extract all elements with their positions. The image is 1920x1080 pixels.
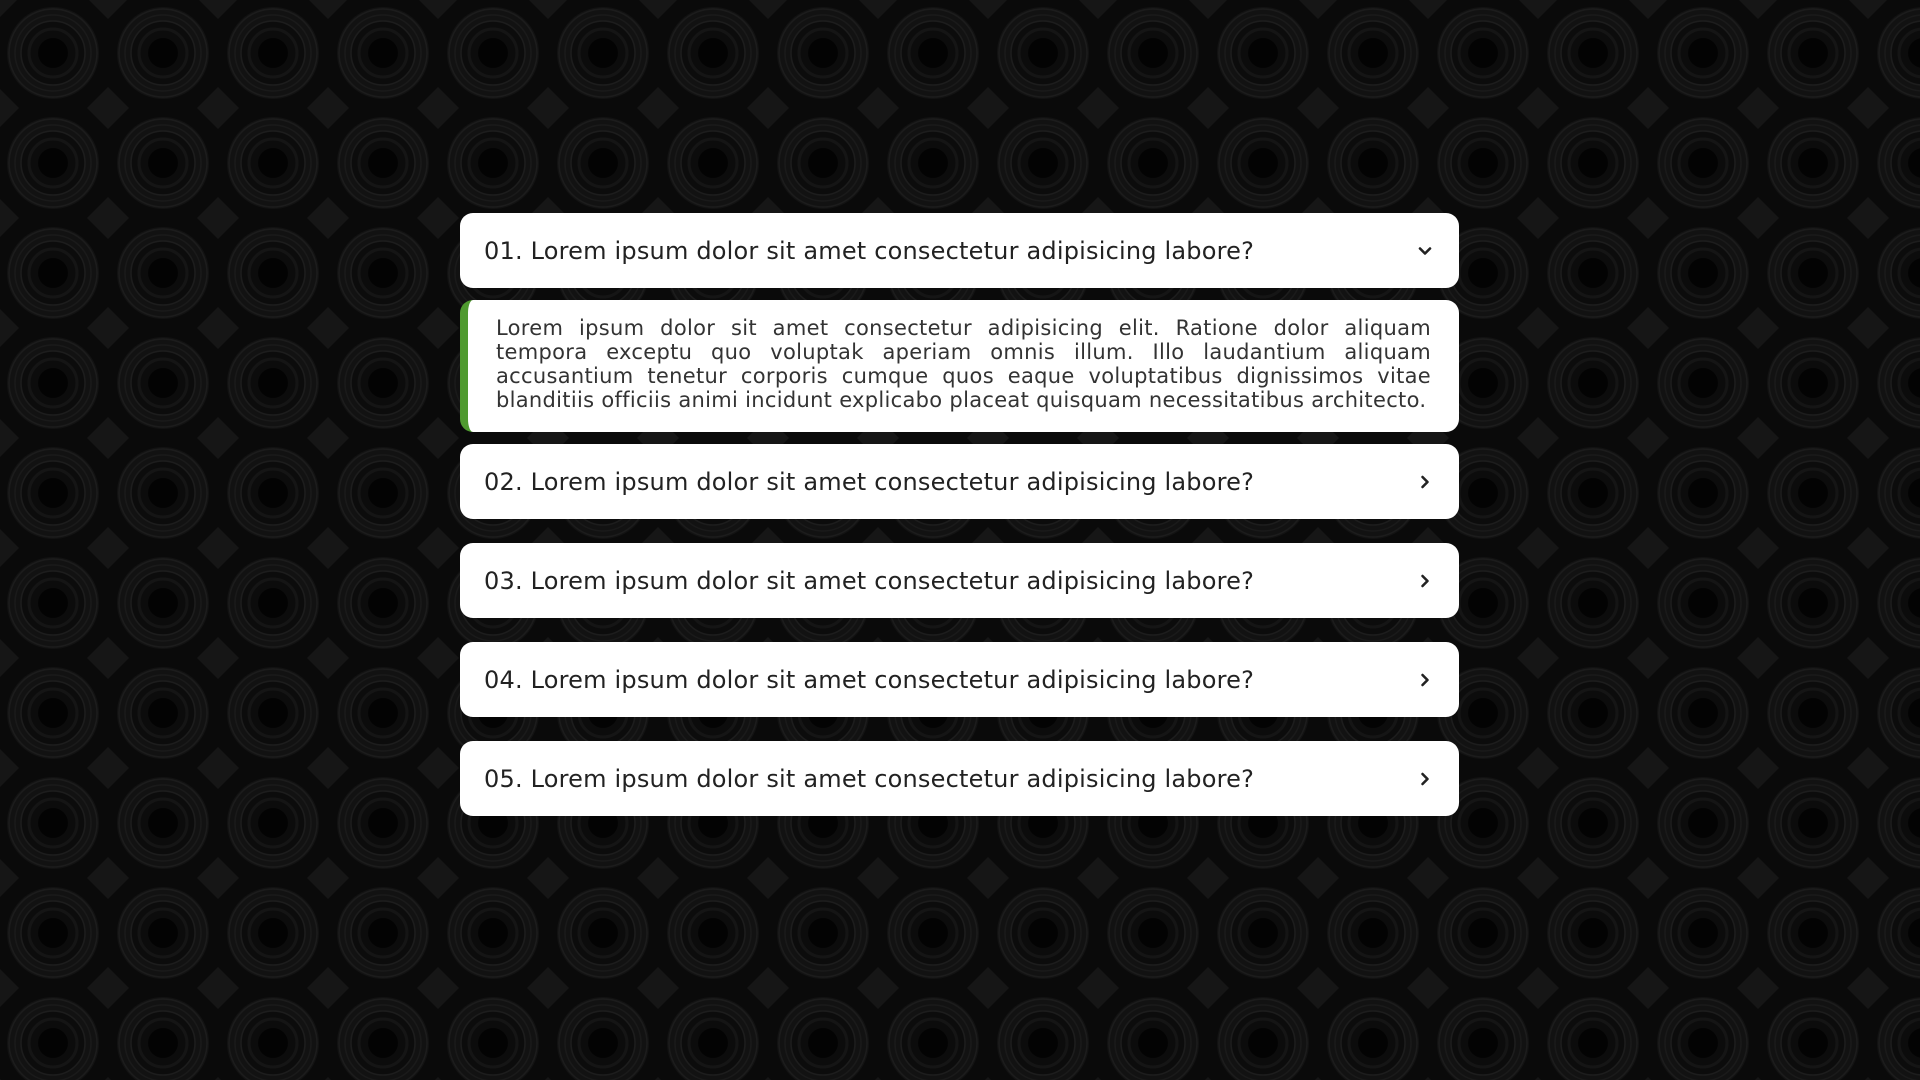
chevron-right-icon[interactable]	[1415, 670, 1435, 690]
faq-question-1[interactable]: 01. Lorem ipsum dolor sit amet consectet…	[460, 213, 1459, 288]
faq-question-3[interactable]: 03. Lorem ipsum dolor sit amet consectet…	[460, 543, 1459, 618]
chevron-down-icon[interactable]	[1415, 241, 1435, 261]
faq-question-1-text: 01. Lorem ipsum dolor sit amet consectet…	[484, 236, 1255, 265]
faq-accordion: 01. Lorem ipsum dolor sit amet consectet…	[460, 213, 1459, 840]
faq-question-4[interactable]: 04. Lorem ipsum dolor sit amet consectet…	[460, 642, 1459, 717]
faq-question-2[interactable]: 02. Lorem ipsum dolor sit amet consectet…	[460, 444, 1459, 519]
faq-question-5[interactable]: 05. Lorem ipsum dolor sit amet consectet…	[460, 741, 1459, 816]
faq-answer-1-text: Lorem ipsum dolor sit amet consectetur a…	[496, 316, 1431, 412]
faq-question-5-text: 05. Lorem ipsum dolor sit amet consectet…	[484, 764, 1255, 793]
faq-question-4-text: 04. Lorem ipsum dolor sit amet consectet…	[484, 665, 1255, 694]
faq-answer-1: Lorem ipsum dolor sit amet consectetur a…	[460, 300, 1459, 432]
chevron-right-icon[interactable]	[1415, 571, 1435, 591]
faq-question-3-text: 03. Lorem ipsum dolor sit amet consectet…	[484, 566, 1255, 595]
chevron-right-icon[interactable]	[1415, 769, 1435, 789]
chevron-right-icon[interactable]	[1415, 472, 1435, 492]
faq-question-2-text: 02. Lorem ipsum dolor sit amet consectet…	[484, 467, 1255, 496]
